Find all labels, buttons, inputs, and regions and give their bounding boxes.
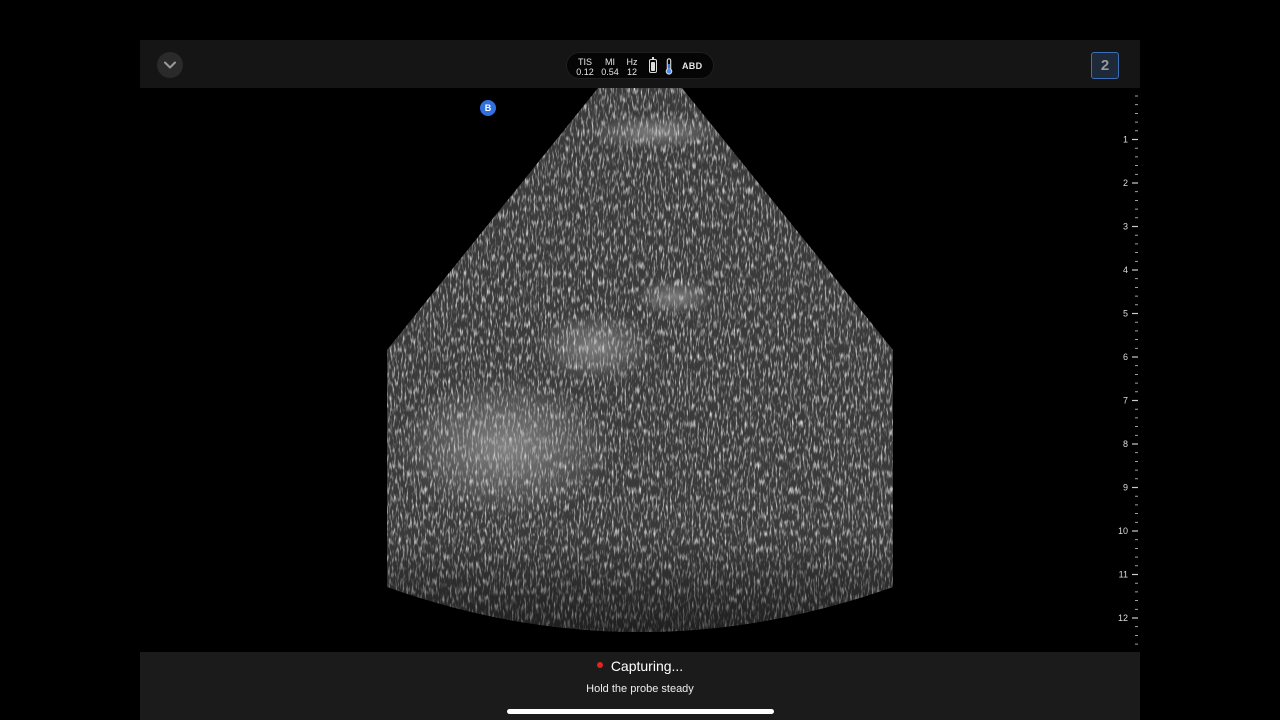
hz-value: 12: [626, 67, 637, 77]
collapse-button[interactable]: [157, 52, 183, 78]
depth-label: 11: [1119, 570, 1128, 580]
depth-label: 1: [1123, 135, 1128, 145]
thermometer-icon: [665, 58, 673, 75]
layout-toggle-button[interactable]: 2: [1091, 52, 1119, 79]
top-bar: TIS 0.12 MI 0.54 Hz 12 ABD 2: [140, 40, 1140, 88]
depth-label: 2: [1123, 178, 1128, 188]
layout-count: 2: [1100, 57, 1110, 74]
acoustic-status-pill: TIS 0.12 MI 0.54 Hz 12 ABD: [566, 52, 714, 79]
battery-icon: [649, 56, 657, 73]
tis-label: TIS: [577, 57, 592, 67]
chevron-down-icon: [164, 61, 176, 69]
capture-status: Capturing...: [610, 658, 684, 674]
depth-label: 5: [1123, 309, 1128, 319]
depth-label: 4: [1123, 265, 1128, 275]
hz-metric: Hz 12: [623, 57, 641, 77]
recording-dot-icon: [596, 662, 603, 669]
mi-value: 0.54: [601, 67, 619, 77]
depth-label: 7: [1123, 396, 1128, 406]
preset-label: ABD: [682, 61, 703, 71]
depth-label: 10: [1118, 526, 1128, 536]
tis-metric: TIS 0.12: [573, 57, 597, 77]
depth-label: 12: [1118, 613, 1128, 623]
capture-hint: Hold the probe steady: [586, 683, 694, 695]
depth-scale: 123456789101112: [1118, 95, 1138, 653]
hz-label: Hz: [626, 57, 638, 67]
capture-status-row: Capturing...: [140, 658, 1140, 674]
tis-value: 0.12: [576, 67, 594, 77]
depth-label: 8: [1123, 439, 1128, 449]
depth-label: 9: [1123, 483, 1128, 493]
home-indicator[interactable]: [507, 709, 774, 714]
mi-label: MI: [605, 57, 615, 67]
depth-label: 3: [1123, 222, 1128, 232]
ultrasound-image[interactable]: [385, 87, 895, 647]
ultrasound-app: TIS 0.12 MI 0.54 Hz 12 ABD 2 B 1 2 3 4 5…: [140, 40, 1140, 720]
depth-label: 6: [1123, 352, 1128, 362]
mi-metric: MI 0.54: [597, 57, 623, 77]
